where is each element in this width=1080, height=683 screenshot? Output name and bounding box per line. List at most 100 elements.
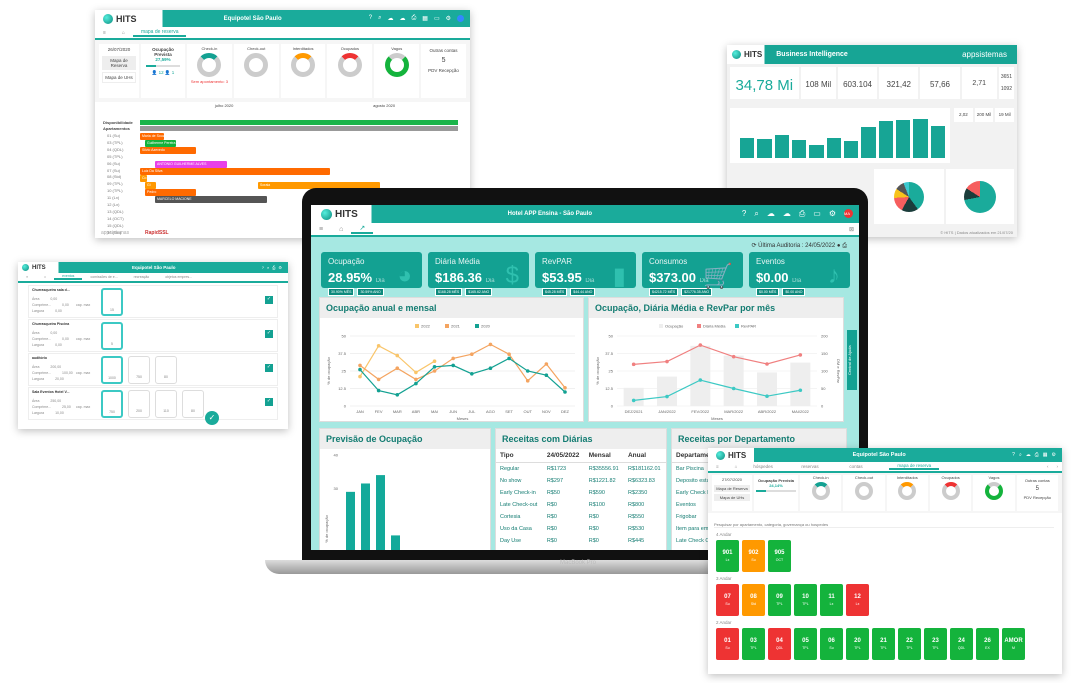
booking-bar[interactable]: Co xyxy=(140,175,147,182)
grid-icon[interactable]: ▦ xyxy=(1043,452,1048,458)
room-card[interactable]: 10 TPL xyxy=(794,584,817,616)
stat-checkout[interactable]: Check-out xyxy=(843,475,885,511)
gear-icon[interactable]: ⚙ xyxy=(829,209,836,219)
room-card[interactable]: 04 QDL xyxy=(768,628,791,660)
kpi-card[interactable]: RevPAR $53.95 Dia $45.28 MÊS $44.44 ANO ▮ xyxy=(535,252,636,296)
room-card[interactable]: 26 EX xyxy=(976,628,999,660)
print-icon[interactable]: ⎙ xyxy=(272,265,275,270)
menu-icon[interactable]: ≡ xyxy=(95,30,114,36)
chat-icon[interactable]: ▭ xyxy=(813,209,821,219)
stat-ocupados[interactable]: Ocupados xyxy=(327,44,373,98)
layout-option[interactable]: 1000 xyxy=(101,356,123,384)
help-center-tab[interactable]: Central de Ajuda xyxy=(847,330,857,390)
checkbox[interactable]: ✓ xyxy=(265,398,273,406)
close-icon[interactable]: ⊠ xyxy=(849,226,854,233)
menu-icon[interactable]: ≡ xyxy=(18,275,36,279)
room-card[interactable]: 06 Su xyxy=(820,628,843,660)
tab-objetos[interactable]: objetos empres... xyxy=(157,275,200,279)
stat-checkout[interactable]: Check-out xyxy=(233,44,279,98)
help-icon[interactable]: ? xyxy=(1012,452,1015,458)
room-card[interactable]: 901 Lx xyxy=(716,540,739,572)
room-search-input[interactable] xyxy=(714,522,1054,528)
kpi-card[interactable]: Consumos $373.00 Dia $4215.72 MÊS $21776.35… xyxy=(642,252,743,296)
gear-icon[interactable]: ⚙ xyxy=(278,265,282,270)
gear-icon[interactable]: ⚙ xyxy=(1052,452,1056,458)
home-icon[interactable]: ⌂ xyxy=(114,30,133,36)
tab-recreacao[interactable]: recreação xyxy=(126,275,158,279)
booking-bar[interactable]: Gi xyxy=(145,182,156,189)
cloud-upload-icon[interactable]: ☁ xyxy=(1026,452,1031,458)
room-card[interactable]: AMOR M xyxy=(1002,628,1025,660)
room-card[interactable]: 902 Su xyxy=(742,540,765,572)
cloud-upload-icon[interactable]: ☁ xyxy=(387,15,393,22)
stat-checkin[interactable]: Check-in Sem apontamento: 3 xyxy=(187,44,232,98)
checkbox[interactable]: ✓ xyxy=(265,330,273,338)
print-icon[interactable]: ⎙ xyxy=(799,209,805,219)
mapa-uhs-button[interactable]: Mapa de UHs xyxy=(102,72,136,83)
avatar[interactable] xyxy=(457,15,464,22)
booking-bar[interactable]: Guilherme Pereira xyxy=(145,140,176,147)
room-card[interactable]: 11 Lx xyxy=(820,584,843,616)
home-icon[interactable]: ⌂ xyxy=(331,226,351,233)
room-card[interactable]: 21 TPL xyxy=(872,628,895,660)
cloud-download-icon[interactable]: ☁ xyxy=(399,15,405,22)
tab-comissoes[interactable]: comissões de e... xyxy=(82,275,125,279)
tab-contas[interactable]: contas xyxy=(841,464,889,469)
print-icon[interactable]: ⎙ xyxy=(411,15,416,22)
room-card[interactable]: 09 TPL xyxy=(768,584,791,616)
info-icon[interactable]: ● xyxy=(837,243,841,249)
room-card[interactable]: 05 TPL xyxy=(794,628,817,660)
room-card[interactable]: 905 OCT xyxy=(768,540,791,572)
layout-option[interactable]: 80 xyxy=(155,356,177,384)
booking-bar[interactable]: Maria de Souza xyxy=(140,133,164,140)
date-field[interactable]: 26/07/2020 xyxy=(102,47,136,52)
room-card[interactable]: 08 Std xyxy=(742,584,765,616)
menu-icon[interactable]: ≡ xyxy=(708,464,727,469)
outras-contas[interactable]: Outras contas 5 PDV Recepção xyxy=(1016,475,1058,511)
stat-checkin[interactable]: Check-in xyxy=(800,475,842,511)
gear-icon[interactable]: ⚙ xyxy=(446,15,451,22)
layout-option[interactable]: 80 xyxy=(182,390,204,418)
layout-option[interactable]: 110 xyxy=(155,390,177,418)
refresh-icon[interactable]: ⟳ xyxy=(751,243,756,249)
stat-vagos[interactable]: Vagos xyxy=(374,44,420,98)
booking-bar[interactable]: Luiz Da Silva xyxy=(140,168,330,175)
search-icon[interactable]: ⌕ xyxy=(267,265,269,270)
chat-icon[interactable]: ▭ xyxy=(434,15,440,22)
grid-icon[interactable]: ▦ xyxy=(422,15,428,22)
menu-icon[interactable]: ≡ xyxy=(311,226,331,233)
stat-interditados[interactable]: Interditados xyxy=(886,475,928,511)
help-icon[interactable]: ? xyxy=(262,265,264,270)
next-tab-icon[interactable]: › xyxy=(1053,464,1063,469)
help-icon[interactable]: ? xyxy=(742,209,746,219)
help-icon[interactable]: ? xyxy=(369,15,372,22)
layout-option[interactable]: 5 xyxy=(101,322,123,350)
room-card[interactable]: 07 Su xyxy=(716,584,739,616)
mapa-reserva-button[interactable]: Mapa de Reserva xyxy=(102,56,136,70)
checkbox[interactable]: ✓ xyxy=(265,364,273,372)
booking-bar[interactable]: Silvio Azevedo xyxy=(140,147,196,154)
room-card[interactable]: 12 Lx xyxy=(846,584,869,616)
kpi-card[interactable]: Eventos $0.00 Dia $0.00 MÊS $0.00 ANO ♪ xyxy=(749,252,850,296)
layout-option[interactable]: 200 xyxy=(128,390,150,418)
layout-option[interactable]: 750 xyxy=(101,390,123,418)
room-card[interactable]: 03 TPL xyxy=(742,628,765,660)
room-card[interactable]: 20 TPL xyxy=(846,628,869,660)
outras-contas[interactable]: Outras contas 5 PDV Recepção xyxy=(421,44,466,98)
booking-bar[interactable]: Pedro xyxy=(145,189,196,196)
room-card[interactable]: 24 QDL xyxy=(950,628,973,660)
room-card[interactable]: 23 TPL xyxy=(924,628,947,660)
tab-eventos[interactable]: eventos xyxy=(54,274,83,280)
room-card[interactable]: 22 TPL xyxy=(898,628,921,660)
print-icon[interactable]: ⎙ xyxy=(842,243,847,249)
booking-bar[interactable]: ANTONIO GUILHERME ALVES xyxy=(155,161,227,168)
home-icon[interactable]: ⌂ xyxy=(36,275,54,279)
print-icon[interactable]: ⎙ xyxy=(1035,452,1039,458)
tab-mapa-de-reserva[interactable]: mapa de reserva xyxy=(889,463,940,470)
tab-hospedes[interactable]: hóspedes xyxy=(745,464,793,469)
dashboard-tab-icon[interactable]: ↗ xyxy=(351,224,374,234)
home-icon[interactable]: ⌂ xyxy=(727,464,746,469)
cloud-download-icon[interactable]: ☁ xyxy=(783,209,791,219)
search-icon[interactable]: ⌕ xyxy=(754,209,758,219)
kpi-card[interactable]: Ocupação 28.95% Dia 30.90% MÊS 30.59% ANO ◕ xyxy=(321,252,422,296)
